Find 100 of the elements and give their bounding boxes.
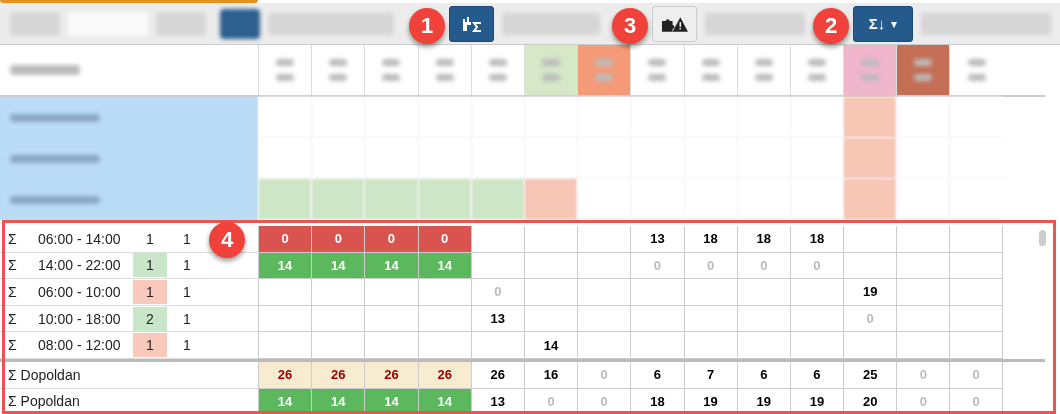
empty-cell <box>523 279 578 306</box>
sum-symbol: Σ <box>8 337 18 354</box>
empty-cell <box>577 305 631 333</box>
empty-cell <box>523 252 578 280</box>
empty-cell <box>843 332 897 359</box>
table-cell: 26 <box>258 361 312 389</box>
table-cell: 13 <box>470 305 524 333</box>
table-cell: 26 <box>311 361 365 389</box>
empty-cell <box>364 332 418 359</box>
table-cell: 18 <box>789 226 844 253</box>
empty-cell <box>736 332 790 359</box>
table-cell: 0 <box>949 388 1003 414</box>
assigned-count: 1 <box>183 257 191 274</box>
empty-cell <box>311 279 365 306</box>
empty-cell <box>896 252 950 280</box>
table-cell: 18 <box>736 226 790 253</box>
toolbar-button[interactable] <box>449 5 494 42</box>
table-cell: 0 <box>843 305 897 333</box>
empty-cell <box>683 332 737 359</box>
table-cell: 0 <box>258 226 312 253</box>
empty-cell <box>789 305 844 333</box>
empty-cell <box>683 305 737 333</box>
empty-cell <box>896 226 950 253</box>
table-cell: 6 <box>736 361 790 389</box>
table-cell: 19 <box>683 388 737 414</box>
empty-cell <box>736 279 790 306</box>
table-cell: 13 <box>470 388 524 414</box>
empty-cell <box>417 279 471 306</box>
sum-symbol: Σ <box>8 284 18 300</box>
sum-symbol: Σ <box>8 257 18 274</box>
empty-cell <box>311 332 365 359</box>
empty-cell <box>258 305 312 333</box>
empty-cell <box>736 305 790 333</box>
empty-cell <box>577 279 631 306</box>
assigned-count: 1 <box>183 230 191 247</box>
total-label: Σ Dopoldan <box>8 366 81 383</box>
empty-cell <box>523 226 578 253</box>
table-cell: 14 <box>364 252 418 280</box>
table-cell: 20 <box>843 388 897 414</box>
table-cell: 6 <box>630 361 684 389</box>
assigned-count: 1 <box>183 310 191 327</box>
empty-cell <box>896 332 950 359</box>
table-cell: 0 <box>523 388 578 414</box>
sum-sort-button[interactable]: Σ↓ ▾ <box>853 5 913 42</box>
hierarchy-sum-icon <box>460 14 483 33</box>
table-cell: 18 <box>630 388 684 414</box>
assigned-count: 1 <box>183 337 191 354</box>
empty-cell <box>896 279 950 306</box>
shift-time: 14:00 - 22:00 <box>38 257 122 274</box>
assigned-count: 1 <box>183 284 191 300</box>
table-cell: 0 <box>789 252 844 280</box>
required-count: 1 <box>133 253 167 278</box>
empty-cell <box>523 305 578 333</box>
table-cell: 0 <box>949 361 1003 389</box>
table-cell: 0 <box>683 252 737 280</box>
empty-cell <box>311 305 365 333</box>
table-cell: 25 <box>843 361 897 389</box>
empty-cell <box>949 279 1003 306</box>
table-cell: 18 <box>683 226 737 253</box>
empty-cell <box>683 279 737 306</box>
blurred-button[interactable] <box>220 8 260 39</box>
empty-cell <box>630 332 684 359</box>
empty-cell <box>364 279 418 306</box>
required-count: 2 <box>133 306 167 331</box>
table-cell: 14 <box>258 252 312 280</box>
empty-cell <box>843 252 897 280</box>
empty-cell <box>949 226 1003 253</box>
table-cell: 26 <box>470 361 524 389</box>
empty-cell <box>630 305 684 333</box>
required-count: 1 <box>133 333 167 358</box>
table-cell: 19 <box>789 388 844 414</box>
sum-symbol: Σ <box>8 230 18 247</box>
table-cell: 0 <box>364 226 418 253</box>
table-cell: 0 <box>311 226 365 253</box>
table-cell: 14 <box>311 252 365 280</box>
empty-cell <box>630 279 684 306</box>
empty-cell <box>949 332 1003 359</box>
table-cell: 0 <box>470 279 524 306</box>
empty-cell <box>417 305 471 333</box>
table-cell: 13 <box>630 226 684 253</box>
empty-cell <box>577 226 631 253</box>
shift-time: 10:00 - 18:00 <box>38 310 122 327</box>
table-cell: 0 <box>417 226 471 253</box>
table-cell: 0 <box>577 388 631 414</box>
required-count: 1 <box>145 229 155 249</box>
empty-cell <box>417 332 471 359</box>
scrollbar-thumb[interactable] <box>1039 230 1046 246</box>
table-cell: 0 <box>896 361 950 389</box>
empty-cell <box>896 305 950 333</box>
table-cell: 26 <box>364 361 418 389</box>
table-cell: 0 <box>577 361 631 389</box>
empty-cell <box>470 332 524 359</box>
empty-cell <box>843 226 897 253</box>
table-cell: 7 <box>683 361 737 389</box>
shift-time: 08:00 - 12:00 <box>38 337 122 354</box>
total-label: Σ Popoldan <box>8 393 80 410</box>
sum-symbol: Σ <box>8 310 18 327</box>
table-cell: 0 <box>736 252 790 280</box>
shift-time: 06:00 - 14:00 <box>38 230 122 247</box>
callout-badge: 4 <box>209 222 245 258</box>
